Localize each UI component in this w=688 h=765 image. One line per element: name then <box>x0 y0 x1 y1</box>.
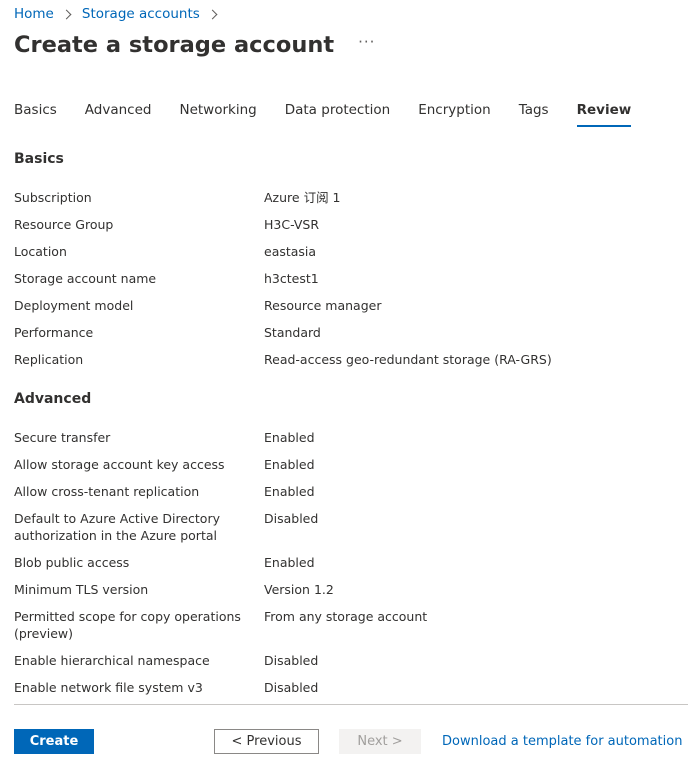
summary-value: Enabled <box>264 484 315 499</box>
wizard-tabs: Basics Advanced Networking Data protecti… <box>14 101 659 129</box>
summary-label: Location <box>14 244 67 259</box>
summary-value: Standard <box>264 325 321 340</box>
tab-tags[interactable]: Tags <box>519 101 549 129</box>
previous-button[interactable]: < Previous <box>214 729 319 754</box>
create-button[interactable]: Create <box>14 729 94 754</box>
summary-row: Resource Group H3C-VSR <box>14 216 674 233</box>
tab-networking[interactable]: Networking <box>179 101 256 129</box>
chevron-right-icon <box>61 9 72 19</box>
summary-label: Blob public access <box>14 555 130 570</box>
summary-label: Subscription <box>14 190 92 205</box>
summary-value: Enabled <box>264 430 315 445</box>
summary-value: Disabled <box>264 653 319 668</box>
summary-row: Subscription Azure 订阅 1 <box>14 189 674 206</box>
summary-label: Replication <box>14 352 84 367</box>
summary-label: Deployment model <box>14 298 134 313</box>
summary-row: Enable network file system v3 Disabled <box>14 679 674 696</box>
summary-row: Deployment model Resource manager <box>14 297 674 314</box>
section-title-basics: Basics <box>14 151 64 167</box>
breadcrumb-home-link[interactable]: Home <box>14 6 54 22</box>
summary-value: h3ctest1 <box>264 271 319 286</box>
summary-row: Location eastasia <box>14 243 674 260</box>
summary-value: Resource manager <box>264 298 382 313</box>
tab-basics[interactable]: Basics <box>14 101 57 129</box>
summary-value: Enabled <box>264 457 315 472</box>
summary-row: Blob public access Enabled <box>14 554 674 571</box>
summary-value: Read-access geo-redundant storage (RA-GR… <box>264 352 552 367</box>
breadcrumb-storage-accounts-link[interactable]: Storage accounts <box>82 6 200 22</box>
summary-row: Default to Azure Active Directory author… <box>14 510 674 544</box>
summary-label: Storage account name <box>14 271 157 286</box>
summary-value: eastasia <box>264 244 317 259</box>
page-title: Create a storage account <box>14 32 335 58</box>
download-template-link[interactable]: Download a template for automation <box>442 729 682 754</box>
chevron-right-icon <box>207 9 218 19</box>
summary-row: Enable hierarchical namespace Disabled <box>14 652 674 669</box>
page-header: Create a storage account ··· <box>14 32 375 58</box>
summary-label: Allow cross-tenant replication <box>14 484 200 499</box>
summary-label: Secure transfer <box>14 430 111 445</box>
more-options-button[interactable]: ··· <box>358 34 375 56</box>
summary-value: Azure 订阅 1 <box>264 190 341 205</box>
tab-review[interactable]: Review <box>576 101 631 129</box>
summary-value: Version 1.2 <box>264 582 334 597</box>
next-button: Next > <box>339 729 421 754</box>
summary-label: Default to Azure Active Directory author… <box>14 511 220 543</box>
tab-encryption[interactable]: Encryption <box>418 101 490 129</box>
summary-value: Disabled <box>264 680 319 695</box>
summary-row: Permitted scope for copy operations (pre… <box>14 608 674 642</box>
summary-row: Allow storage account key access Enabled <box>14 456 674 473</box>
summary-label: Resource Group <box>14 217 114 232</box>
breadcrumb: Home Storage accounts <box>14 5 228 23</box>
wizard-footer: Create < Previous Next > Download a temp… <box>14 729 688 755</box>
summary-row: Replication Read-access geo-redundant st… <box>14 351 674 368</box>
summary-label: Enable hierarchical namespace <box>14 653 210 668</box>
tab-data-protection[interactable]: Data protection <box>285 101 391 129</box>
summary-value: Disabled <box>264 511 319 526</box>
summary-value: From any storage account <box>264 609 428 624</box>
summary-row: Performance Standard <box>14 324 674 341</box>
summary-value: H3C-VSR <box>264 217 320 232</box>
summary-row: Secure transfer Enabled <box>14 429 674 446</box>
summary-row: Storage account name h3ctest1 <box>14 270 674 287</box>
summary-row: Minimum TLS version Version 1.2 <box>14 581 674 598</box>
summary-row: Allow cross-tenant replication Enabled <box>14 483 674 500</box>
summary-label: Minimum TLS version <box>14 582 149 597</box>
summary-value: Enabled <box>264 555 315 570</box>
summary-label: Enable network file system v3 <box>14 680 203 695</box>
footer-divider <box>14 704 688 705</box>
summary-label: Allow storage account key access <box>14 457 225 472</box>
section-title-advanced: Advanced <box>14 391 92 407</box>
summary-label: Performance <box>14 325 94 340</box>
review-content: Basics Subscription Azure 订阅 1 Resource … <box>14 150 674 706</box>
summary-label: Permitted scope for copy operations (pre… <box>14 609 241 641</box>
tab-advanced[interactable]: Advanced <box>85 101 152 129</box>
